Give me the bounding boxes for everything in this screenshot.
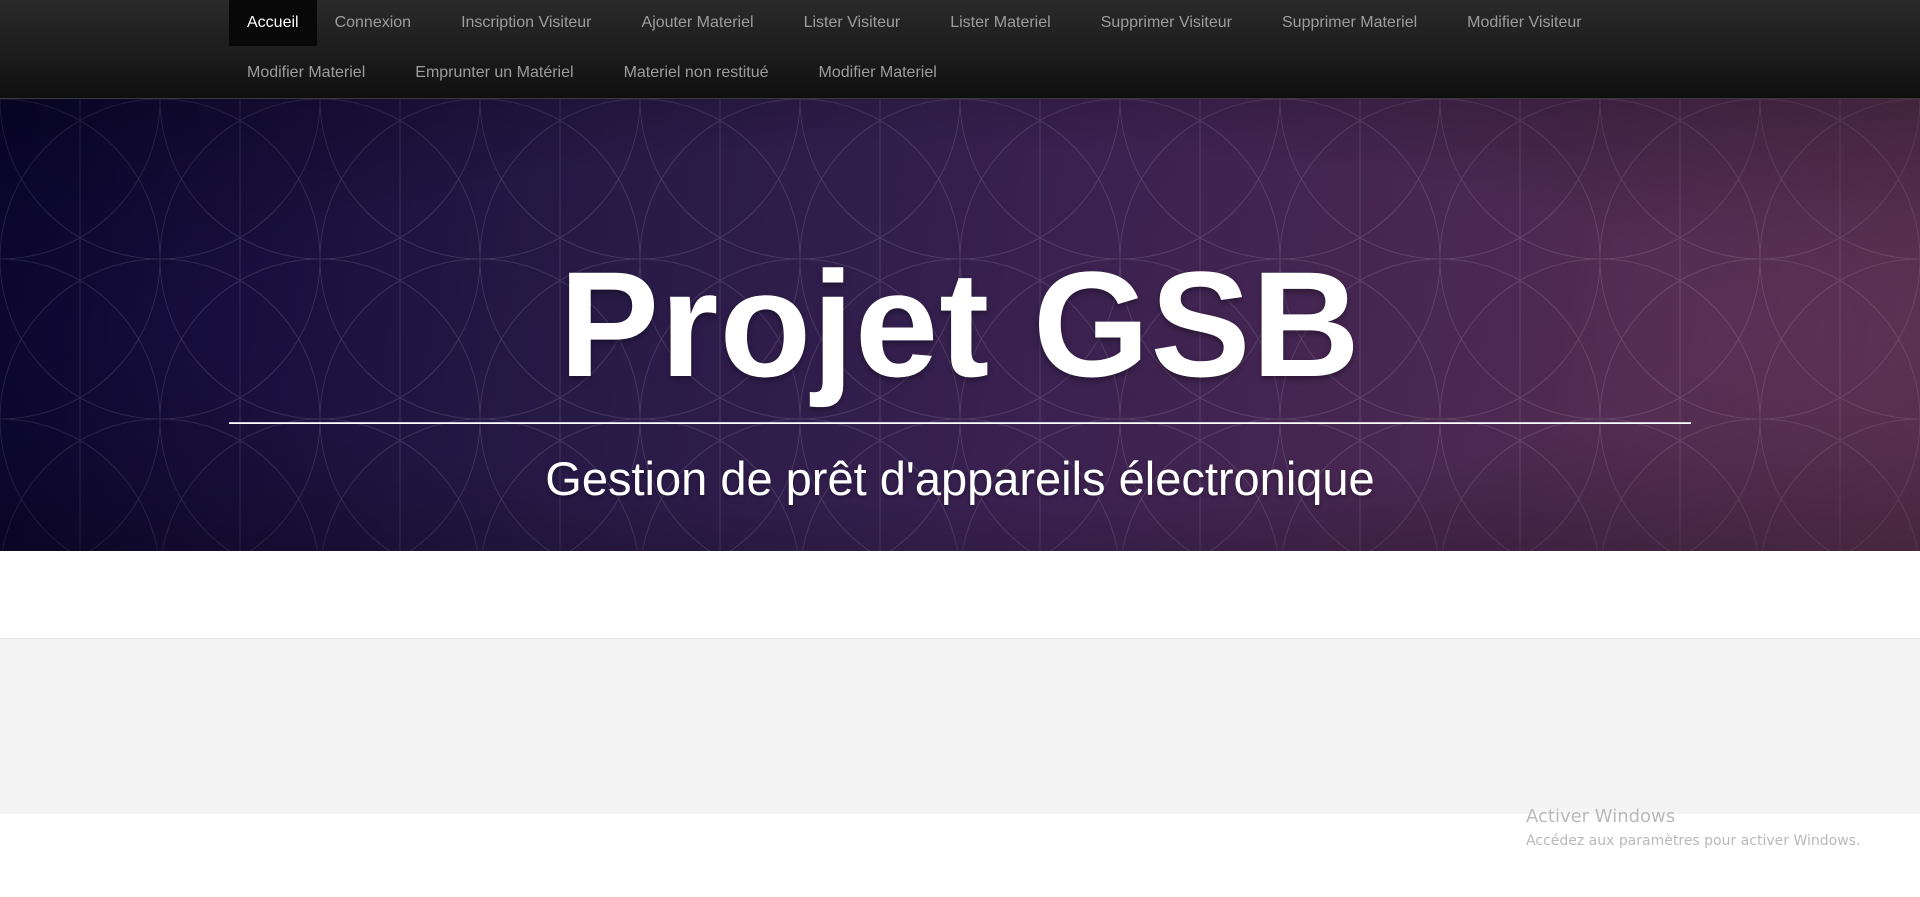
- windows-activation-watermark: Activer Windows Accédez aux paramètres p…: [1526, 806, 1860, 851]
- nav-item-supprimer-visiteur[interactable]: Supprimer Visiteur: [1083, 0, 1250, 46]
- nav-item-lister-materiel[interactable]: Lister Materiel: [932, 0, 1068, 46]
- top-navbar: Accueil Connexion Inscription Visiteur A…: [0, 0, 1920, 99]
- hero-subtitle: Gestion de prêt d'appareils électronique: [545, 452, 1375, 505]
- watermark-title: Activer Windows: [1526, 806, 1676, 827]
- nav-item-emprunter-materiel[interactable]: Emprunter un Matériel: [397, 50, 591, 96]
- nav-row-1: Accueil Connexion Inscription Visiteur A…: [229, 0, 1614, 46]
- nav-item-inscription-visiteur[interactable]: Inscription Visiteur: [443, 0, 609, 46]
- nav-item-modifier-materiel[interactable]: Modifier Materiel: [229, 50, 383, 96]
- watermark-subtitle: Accédez aux paramètres pour activer Wind…: [1526, 833, 1861, 849]
- nav-item-modifier-materiel-2[interactable]: Modifier Materiel: [801, 50, 955, 96]
- nav-item-accueil[interactable]: Accueil: [229, 0, 317, 46]
- hero-title: Projet GSB: [559, 240, 1361, 408]
- hero-banner: Projet GSB Gestion de prêt d'appareils é…: [0, 99, 1920, 551]
- footer-area: [0, 639, 1920, 814]
- hero-divider: [229, 422, 1691, 424]
- main-content-area: [0, 551, 1920, 639]
- nav-item-connexion[interactable]: Connexion: [317, 0, 430, 46]
- nav-row-2: Modifier Materiel Emprunter un Matériel …: [229, 50, 969, 96]
- nav-item-ajouter-materiel[interactable]: Ajouter Materiel: [624, 0, 772, 46]
- nav-item-lister-visiteur[interactable]: Lister Visiteur: [786, 0, 919, 46]
- nav-item-supprimer-materiel[interactable]: Supprimer Materiel: [1264, 0, 1435, 46]
- nav-item-materiel-non-restitue[interactable]: Materiel non restitué: [606, 50, 787, 96]
- nav-item-modifier-visiteur[interactable]: Modifier Visiteur: [1449, 0, 1599, 46]
